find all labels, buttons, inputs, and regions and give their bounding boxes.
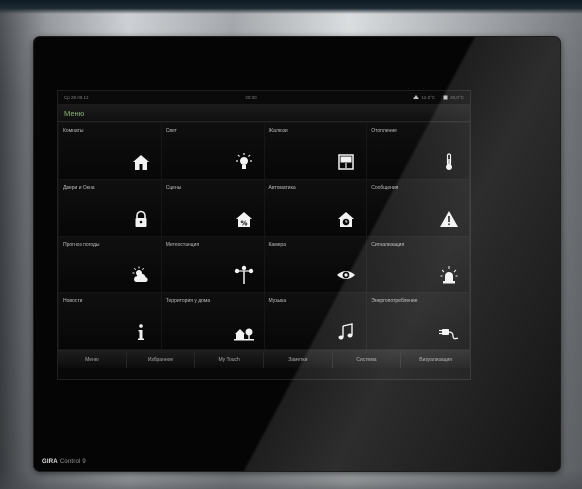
tile-news[interactable]: Новости [59,293,161,349]
frame-top-edge [0,0,582,14]
touch-screen: Ср 29.09.12 20:30 12,0°C 20,0°C Меню Ком… [57,90,471,380]
nav-visualization[interactable]: Визуализация [401,351,470,368]
status-date: Ср 29.09.12 [64,95,89,100]
tile-energy[interactable]: Энергопотребление [367,293,469,349]
page-title-bar: Меню [58,105,470,122]
status-bar: Ср 29.09.12 20:30 12,0°C 20,0°C [58,91,470,105]
tile-label: Музыка [268,298,287,305]
status-temps: 12,0°C 20,0°C [413,95,464,100]
tile-label: Метеостанция [165,241,200,248]
tile-label: Жалюзи [268,128,288,134]
brand-product: Control 9 [59,459,86,465]
indoor-temp-icon [443,95,448,100]
tile-label: Прогноз погоды [63,241,100,248]
brand-logo: GIRA Control 9 [42,459,86,465]
info-icon [131,322,151,342]
tile-label: Сцены [165,184,182,191]
tile-label: Сообщения [371,184,399,191]
tile-alarm[interactable]: Сигнализация [367,236,469,293]
outdoor-temp-value: 12,0°C [421,95,436,100]
tile-light[interactable]: Свет [161,123,264,179]
tile-heating[interactable]: Отопление [367,123,469,179]
tile-weather-station[interactable]: Метеостанция [161,236,264,293]
tile-messages[interactable]: Сообщения [367,179,469,236]
nav-my-touch[interactable]: My Touch [195,351,264,368]
tile-label: Новости [63,298,83,305]
tile-label: Автоматика [268,184,296,191]
tile-camera[interactable]: Камера [264,236,367,293]
lock-icon [131,209,151,229]
status-clock: 20:30 [245,95,257,100]
page-title: Меню [64,108,85,118]
nav-system[interactable]: Система [332,351,402,368]
frame-bottom-edge [0,469,582,489]
indoor-temp: 20,0°C [443,95,464,100]
house-icon [131,152,151,172]
menu-grid: Комнаты Свет Жалюзи Отопление Двери и Ок… [58,122,470,350]
house-clock-icon [336,209,356,229]
garden-icon [233,322,254,342]
tile-label: Отопление [371,128,397,134]
tile-label: Комнаты [63,128,84,134]
music-icon [336,322,356,342]
tile-doors-windows[interactable]: Двери и Окна [59,179,161,236]
bottom-nav: Меню Избранное My Touch Заметки Система … [58,350,470,368]
tile-label: Свет [165,128,177,134]
tile-label: Сигнализация [371,241,405,248]
tile-automation[interactable]: Автоматика [264,179,367,236]
nav-menu[interactable]: Меню [58,351,127,368]
bulb-icon [234,152,254,172]
alarm-icon [439,265,459,285]
brand-name: GIRA [42,459,58,465]
tile-music[interactable]: Музыка [264,293,367,349]
outdoor-temp: 12,0°C [413,95,435,100]
eye-icon [336,265,356,285]
tile-rooms[interactable]: Комнаты [59,123,161,179]
plug-icon [439,322,459,342]
nav-favorites[interactable]: Избранное [126,351,196,368]
nav-notes[interactable]: Заметки [263,351,333,368]
tile-label: Двери и Окна [63,184,95,191]
tile-label: Энергопотребление [371,298,418,305]
tile-blinds[interactable]: Жалюзи [264,123,367,179]
weather-icon [131,265,151,285]
house-percent-icon: % [234,209,254,229]
tile-scenes[interactable]: Сцены % [161,179,264,236]
tile-label: Камера [268,241,286,248]
anemometer-icon [234,265,254,285]
thermometer-icon [439,152,459,172]
blinds-icon [336,152,356,172]
tile-label: Территория у дома [165,298,211,305]
warning-icon [439,209,459,229]
indoor-temp-value: 20,0°C [450,95,464,100]
tile-garden[interactable]: Территория у дома [161,293,264,349]
outdoor-temp-icon [413,95,420,99]
svg-text:%: % [240,219,247,227]
tile-weather-forecast[interactable]: Прогноз погоды [59,236,161,293]
